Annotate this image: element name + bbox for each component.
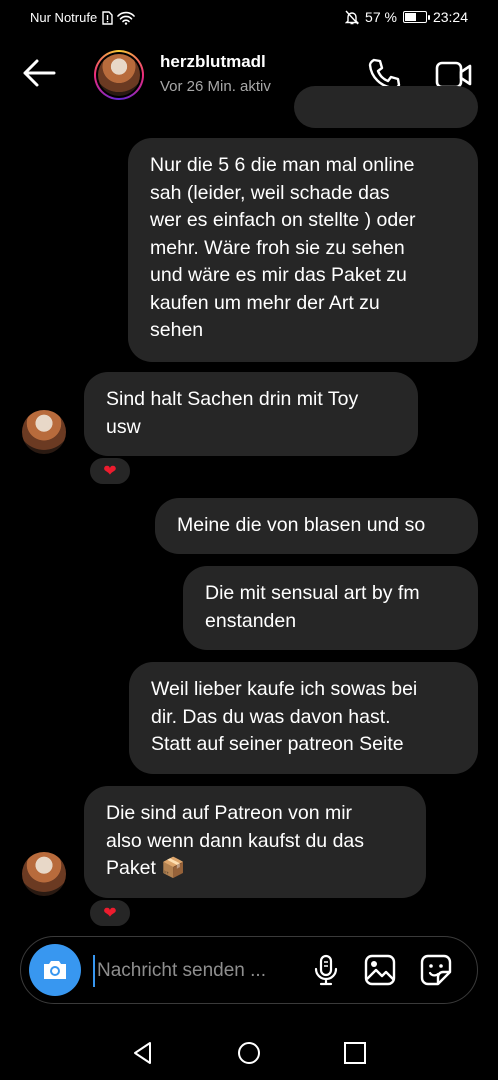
message-bubble-sent[interactable]: Die mit sensual art by fm enstanden (183, 566, 478, 650)
message-composer (20, 936, 478, 1004)
message-bubble-received[interactable]: Die sind auf Patreon von mir also wenn d… (84, 786, 426, 898)
message-bubble-partial (294, 86, 478, 128)
battery-percent: 57 % (365, 9, 397, 25)
message-text: Weil lieber kaufe ich sowas bei dir. Das… (151, 678, 418, 755)
heart-reaction[interactable]: ❤ (88, 898, 132, 928)
nav-home-icon[interactable] (236, 1040, 262, 1066)
profile-avatar[interactable] (94, 50, 144, 100)
gallery-icon[interactable] (363, 953, 397, 987)
clock: 23:24 (432, 9, 468, 25)
camera-button[interactable] (29, 944, 81, 996)
message-text: Nur die 5 6 die man mal online sah (leid… (150, 154, 416, 341)
heart-icon: ❤ (103, 905, 117, 922)
sticker-icon[interactable] (419, 953, 453, 987)
microphone-icon[interactable] (309, 953, 343, 987)
sender-avatar[interactable] (22, 852, 66, 896)
avatar-image (98, 54, 140, 96)
heart-icon: ❤ (103, 463, 117, 480)
message-bubble-sent[interactable]: Meine die von blasen und so (155, 498, 478, 554)
message-bubble-sent[interactable]: Weil lieber kaufe ich sowas bei dir. Das… (129, 662, 478, 774)
system-navigation-bar (0, 1022, 498, 1080)
carrier-label: Nur Notrufe (30, 10, 98, 25)
nav-back-icon[interactable] (130, 1040, 156, 1066)
camera-icon (44, 961, 66, 979)
message-text: Die sind auf Patreon von mir also wenn d… (106, 802, 365, 879)
message-bubble-received[interactable]: Sind halt Sachen drin mit Toy usw (84, 372, 418, 456)
nav-recents-icon[interactable] (342, 1040, 368, 1066)
heart-reaction[interactable]: ❤ (88, 456, 132, 486)
battery-icon (402, 11, 430, 23)
message-text: Sind halt Sachen drin mit Toy usw (106, 388, 359, 438)
mute-bell-icon (345, 10, 360, 24)
back-arrow-icon[interactable] (20, 56, 58, 90)
status-bar: Nur Notrufe 57 % 23:24 (0, 0, 498, 36)
wifi-icon (117, 11, 136, 25)
message-bubble-sent[interactable]: Nur die 5 6 die man mal online sah (leid… (128, 138, 478, 362)
sim-alert-icon (102, 10, 113, 25)
message-text: Meine die von blasen und so (177, 514, 426, 536)
activity-status: Vor 26 Min. aktiv (160, 78, 271, 95)
message-text: Die mit sensual art by fm enstanden (205, 582, 420, 632)
username[interactable]: herzblutmadl (160, 52, 266, 72)
message-input[interactable] (93, 955, 303, 987)
sender-avatar[interactable] (22, 410, 66, 454)
